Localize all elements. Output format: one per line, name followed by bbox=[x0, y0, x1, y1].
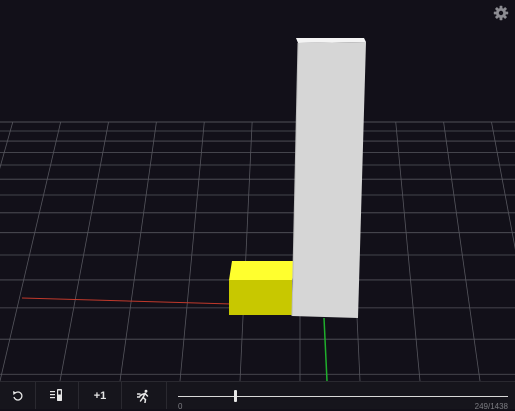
running-man-icon bbox=[137, 389, 151, 403]
timeline-thumb[interactable] bbox=[233, 390, 237, 402]
rotate-ccw-icon bbox=[12, 390, 24, 402]
timeline-start-label: 0 bbox=[178, 402, 183, 411]
reset-button[interactable] bbox=[0, 382, 36, 409]
playback-controls: +1 0 249/1438 bbox=[0, 381, 515, 411]
step-list-button[interactable] bbox=[36, 382, 79, 409]
run-button[interactable] bbox=[122, 382, 167, 409]
scene-canvas[interactable] bbox=[0, 0, 515, 381]
gear-icon[interactable] bbox=[493, 5, 509, 21]
timeline-track[interactable] bbox=[178, 396, 508, 397]
step-forward-button[interactable]: +1 bbox=[79, 382, 122, 409]
yellow-box[interactable] bbox=[229, 261, 297, 315]
list-bar-icon bbox=[50, 389, 64, 402]
step-forward-label: +1 bbox=[93, 389, 107, 402]
3d-viewport[interactable] bbox=[0, 0, 515, 381]
gray-tower[interactable] bbox=[291, 38, 366, 318]
frame-counter: 249/1438 bbox=[474, 402, 508, 411]
timeline-slider[interactable]: 0 249/1438 bbox=[178, 382, 508, 411]
